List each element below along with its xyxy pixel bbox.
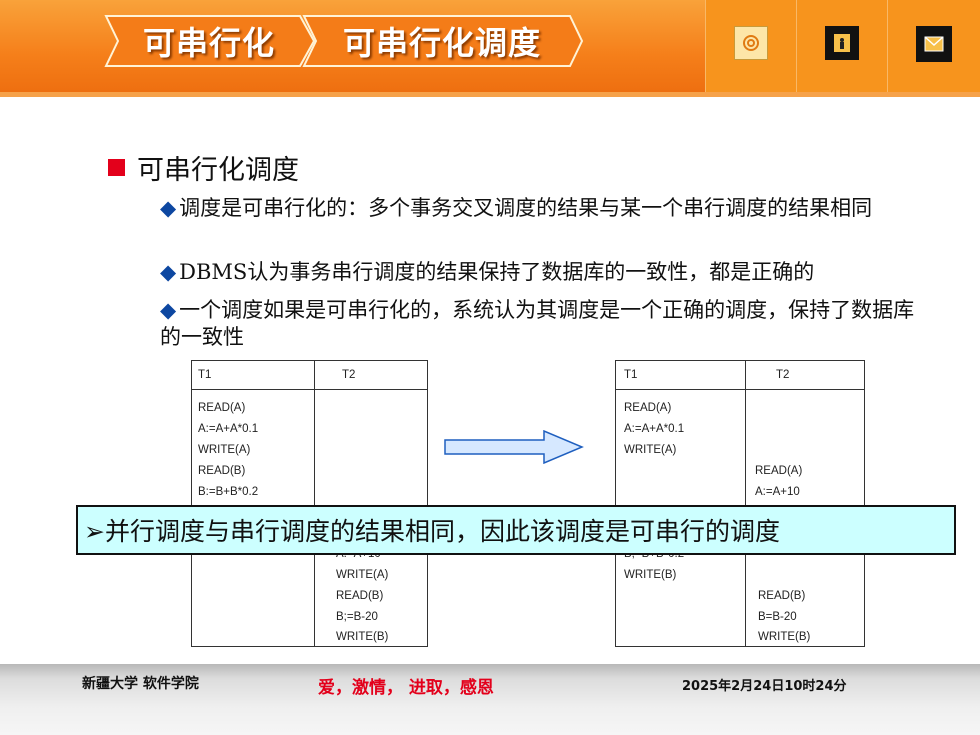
bullet-item: ◆ 一个调度如果是可串行化的，系统认为其调度是一个正确的调度，保持了数据库的一致性 (160, 297, 920, 351)
bullet-item: ◆ 调度是可串行化的：多个事务交叉调度的结果与某一个串行调度的结果相同 (160, 195, 920, 222)
header-divider (0, 92, 980, 97)
section-heading: 可串行化调度 (108, 148, 299, 187)
diamond-bullet-icon: ◆ (160, 298, 177, 322)
op-cell: READ(A) (755, 465, 803, 477)
op-cell: A:=A+A*0.1 (198, 423, 259, 435)
left-schedule-table: T1 T2 READ(A) A:=A+A*0.1 WRITE(A) READ(B… (191, 360, 428, 647)
target-icon[interactable] (734, 26, 768, 60)
op-cell: B=B-20 (758, 611, 797, 623)
op-cell: READ(B) (336, 590, 384, 602)
mail-icon[interactable] (916, 26, 952, 62)
op-cell: WRITE(A) (624, 444, 677, 456)
icon-cell-target (705, 0, 796, 92)
op-cell: WRITE(B) (758, 631, 811, 643)
header-divider-line (616, 389, 864, 390)
op-cell: READ(A) (624, 402, 672, 414)
op-cell: A:=A+10 (755, 486, 800, 498)
right-schedule-table: T1 T2 READ(A) A:=A+A*0.1 WRITE(A) READ(A… (615, 360, 865, 647)
op-cell: A:=A+A*0.1 (624, 423, 685, 435)
op-cell: READ(B) (198, 465, 246, 477)
column-divider (745, 361, 746, 646)
op-cell: WRITE(B) (336, 631, 389, 643)
column-header-t1: T1 (624, 369, 638, 381)
op-cell: WRITE(A) (198, 444, 251, 456)
conclusion-banner: ➢并行调度与串行调度的结果相同，因此该调度是可串行的调度 (76, 505, 956, 555)
tab-serializable-label: 可串行化 (142, 24, 275, 62)
bullet-text: 一个调度如果是可串行化的，系统认为其调度是一个正确的调度，保持了数据库的一致性 (160, 298, 915, 349)
header-divider-line (192, 389, 427, 390)
column-divider (314, 361, 315, 646)
diamond-bullet-icon: ◆ (160, 260, 177, 284)
conclusion-text: ➢并行调度与串行调度的结果相同，因此该调度是可串行的调度 (84, 517, 780, 546)
op-cell: WRITE(A) (336, 569, 389, 581)
op-cell: READ(A) (198, 402, 246, 414)
tab-serializable[interactable]: 可串行化 (100, 14, 318, 68)
section-heading-text: 可串行化调度 (137, 155, 299, 186)
footer-org: 新疆大学 软件学院 (82, 676, 199, 692)
bullet-item: ◆ DBMS认为事务串行调度的结果保持了数据库的一致性，都是正确的 (160, 259, 920, 286)
bullet-text: DBMS认为事务串行调度的结果保持了数据库的一致性，都是正确的 (179, 260, 815, 284)
right-arrow-icon (444, 430, 584, 464)
footer-motto: 爱，激情， 进取，感恩 (318, 678, 494, 698)
op-cell: B;=B-20 (336, 611, 378, 623)
column-header-t2: T2 (776, 369, 790, 381)
icon-cell-exit (796, 0, 887, 92)
op-cell: READ(B) (758, 590, 806, 602)
op-cell: WRITE(B) (624, 569, 677, 581)
icon-cell-mail (887, 0, 980, 92)
footer-datetime: 2025年2月24日10时24分 (682, 679, 847, 694)
bullet-text: 调度是可串行化的：多个事务交叉调度的结果与某一个串行调度的结果相同 (179, 196, 873, 220)
red-square-bullet-icon (108, 159, 125, 176)
exit-door-icon[interactable] (825, 26, 859, 60)
op-cell: B:=B+B*0.2 (198, 486, 259, 498)
tab-serializable-schedule[interactable]: 可串行化调度 (298, 14, 586, 68)
tab-serializable-schedule-label: 可串行化调度 (342, 24, 541, 62)
column-header-t1: T1 (198, 369, 212, 381)
column-header-t2: T2 (342, 369, 356, 381)
diamond-bullet-icon: ◆ (160, 196, 177, 220)
